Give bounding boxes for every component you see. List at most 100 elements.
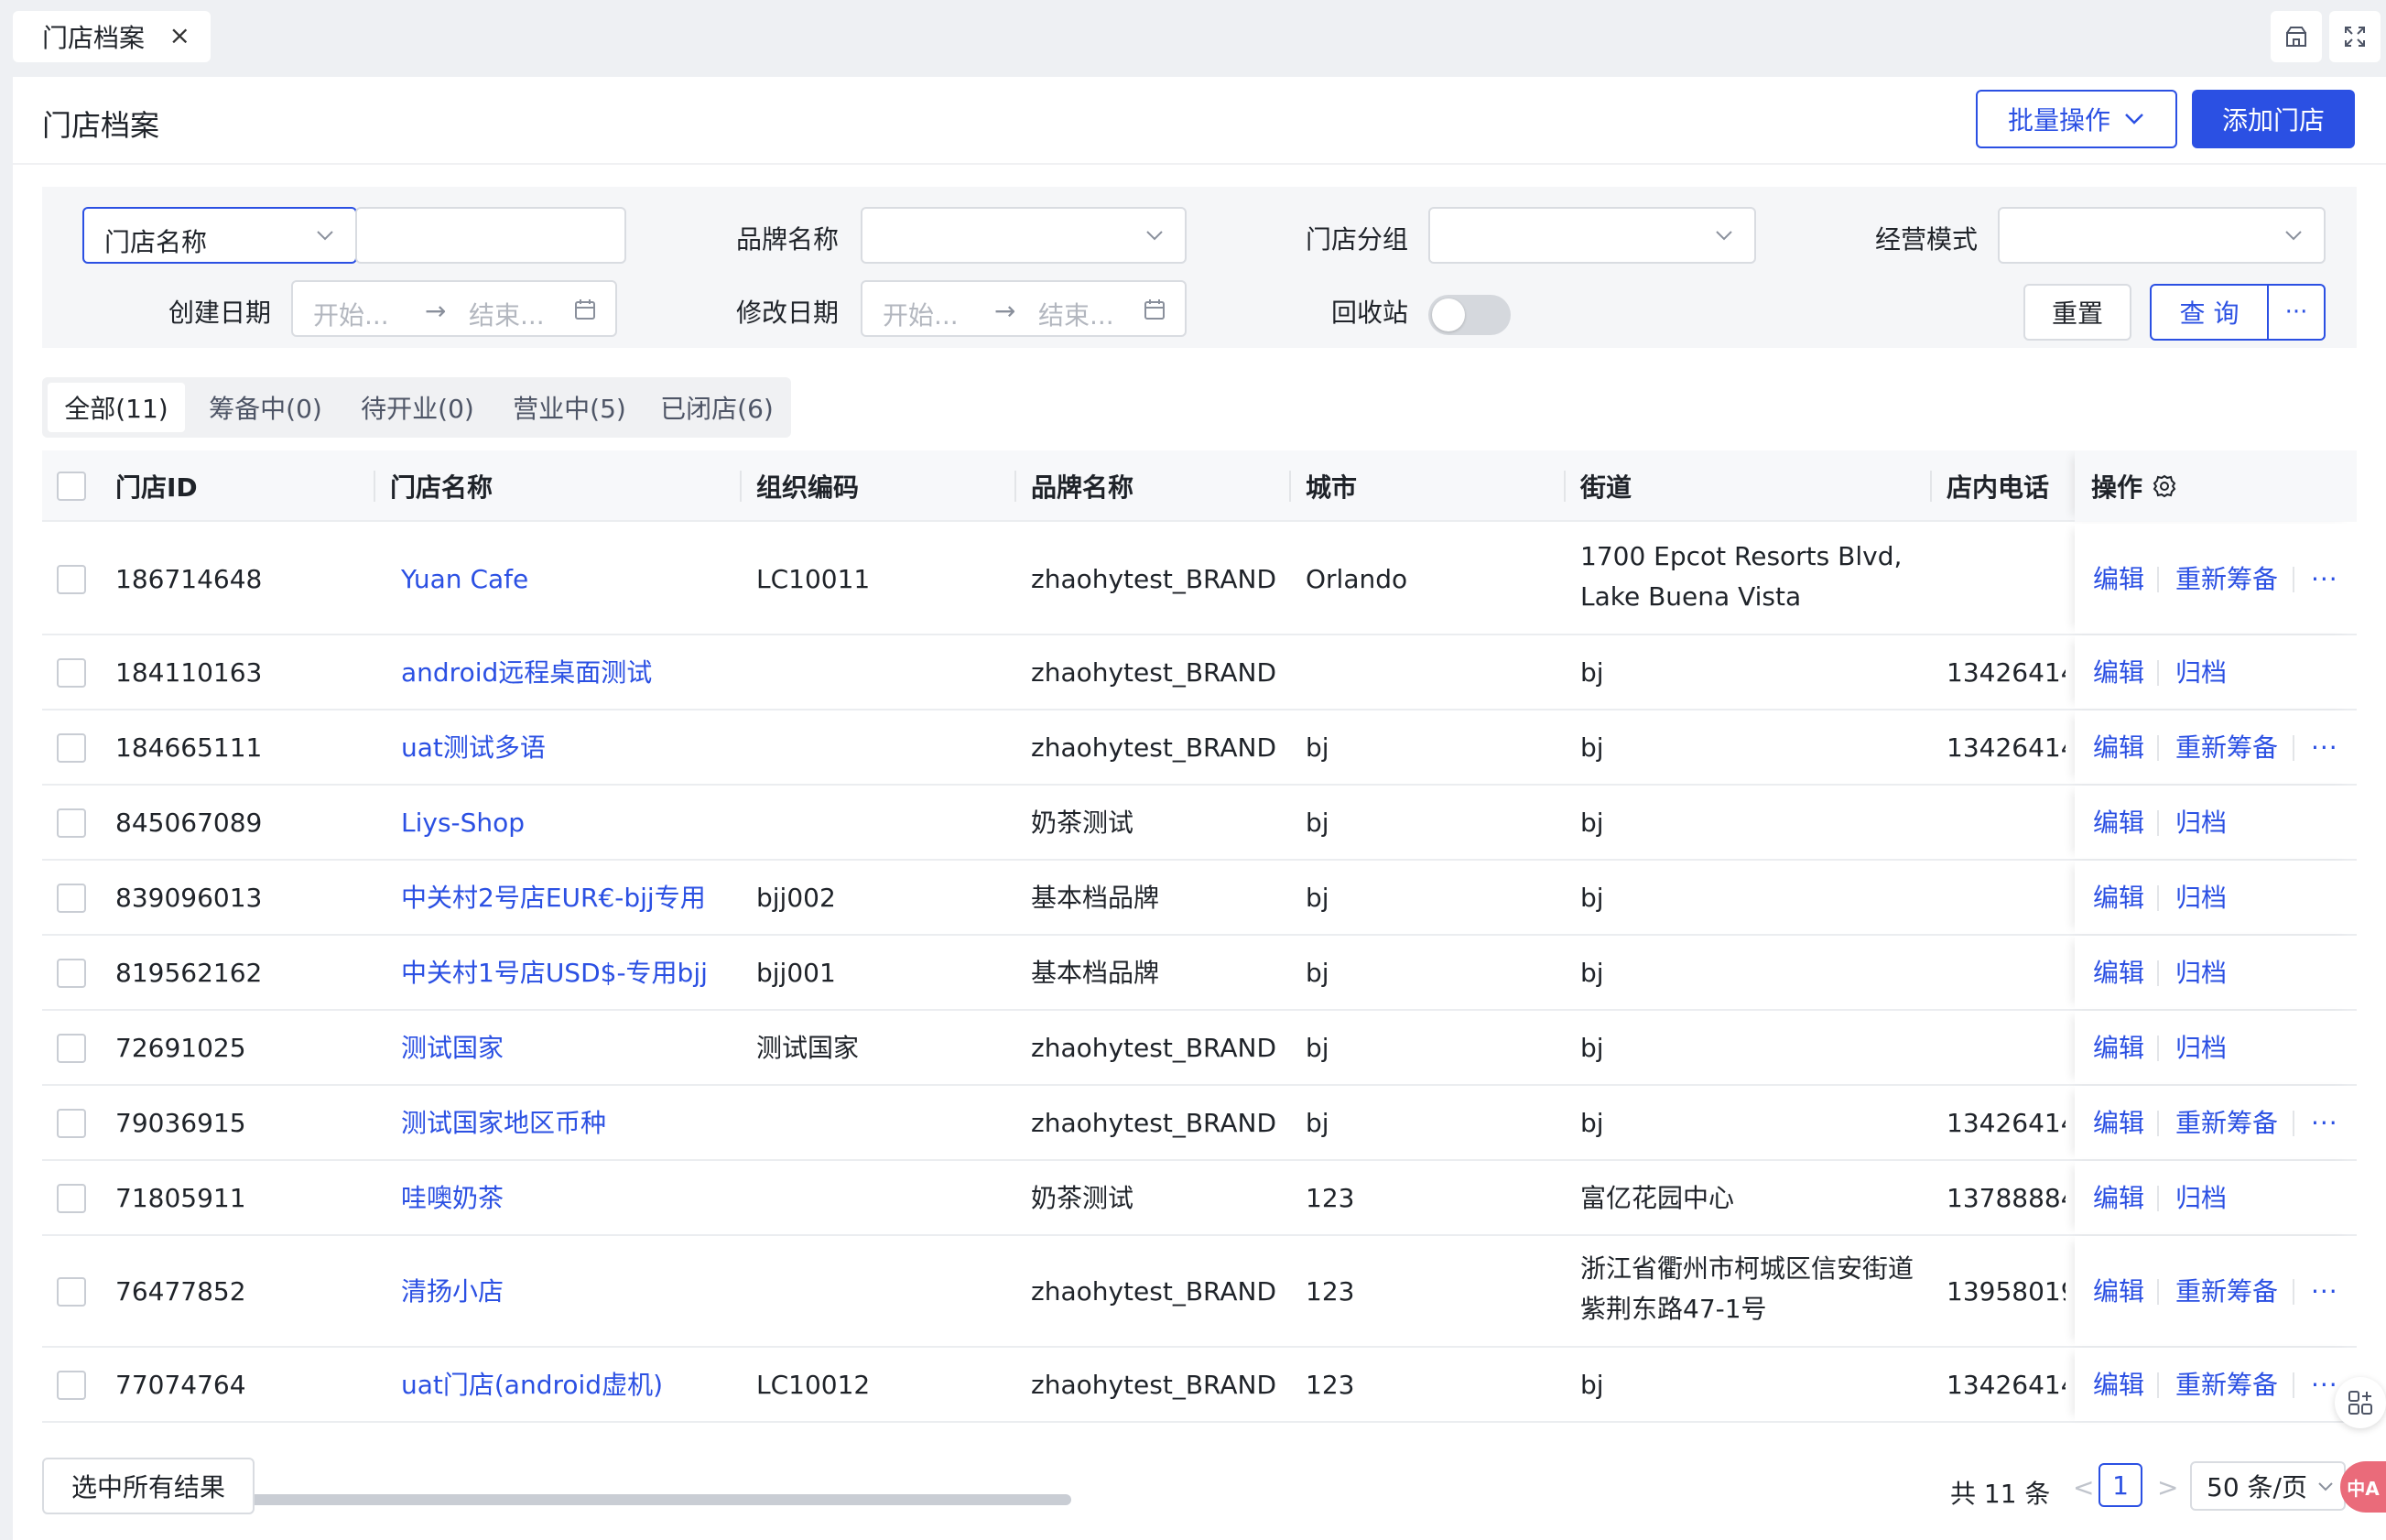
- tab-store-archive[interactable]: 门店档案 ×: [13, 11, 211, 62]
- reprepare-link[interactable]: 重新筹备: [2175, 1272, 2278, 1312]
- more-actions-button[interactable]: ···: [2311, 1272, 2338, 1312]
- translate-float-button[interactable]: 中A: [2340, 1461, 2386, 1513]
- edit-link[interactable]: 编辑: [2093, 559, 2144, 600]
- store-name-link[interactable]: 中关村2号店EUR€-bjj专用: [401, 878, 706, 918]
- edit-link[interactable]: 编辑: [2093, 1365, 2144, 1405]
- more-filters-button[interactable]: ···: [2269, 286, 2324, 339]
- field-type-select[interactable]: 门店名称: [82, 207, 357, 264]
- brand-name: zhaohytest_BRAND: [1031, 1276, 1277, 1307]
- row-checkbox[interactable]: [57, 658, 86, 688]
- store-name-link[interactable]: android远程桌面测试: [401, 653, 652, 693]
- row-checkbox[interactable]: [57, 1371, 86, 1400]
- fullscreen-button[interactable]: [2329, 11, 2381, 62]
- edit-link[interactable]: 编辑: [2093, 878, 2144, 918]
- tab-closed[interactable]: 已闭店(6): [648, 383, 786, 432]
- city: bj: [1306, 808, 1329, 838]
- row-checkbox[interactable]: [57, 565, 86, 594]
- edit-link[interactable]: 编辑: [2093, 953, 2144, 993]
- street: bj: [1580, 883, 1604, 913]
- city: Orlando: [1306, 564, 1408, 594]
- brand-name: zhaohytest_BRAND: [1031, 657, 1277, 688]
- column-divider: [1930, 471, 1932, 502]
- reprepare-link[interactable]: 重新筹备: [2175, 1365, 2278, 1405]
- prev-page-button[interactable]: <: [2073, 1472, 2094, 1502]
- reset-button[interactable]: 重置: [2023, 284, 2131, 341]
- edit-link[interactable]: 编辑: [2093, 1103, 2144, 1144]
- store-name-input[interactable]: [355, 207, 626, 264]
- store-name-link[interactable]: Yuan Cafe: [401, 559, 528, 600]
- page-size-select[interactable]: 50 条/页: [2190, 1461, 2346, 1511]
- store-name-link[interactable]: 哇噢奶茶: [401, 1178, 504, 1219]
- table-row: 71805911 哇噢奶茶 奶茶测试 123 富亿花园中心 13788884 编辑 归档: [42, 1161, 2357, 1236]
- start-date-placeholder: 开始...: [313, 300, 389, 331]
- more-actions-button[interactable]: ···: [2311, 559, 2338, 600]
- store-name-link[interactable]: 测试国家: [401, 1028, 504, 1068]
- row-checkbox[interactable]: [57, 1277, 86, 1307]
- batch-operation-button[interactable]: 批量操作: [1976, 90, 2177, 148]
- edit-link[interactable]: 编辑: [2093, 803, 2144, 843]
- edit-link[interactable]: 编辑: [2093, 653, 2144, 693]
- select-all-checkbox[interactable]: [57, 472, 86, 501]
- apps-float-button[interactable]: [2335, 1377, 2386, 1428]
- more-actions-button[interactable]: ···: [2311, 728, 2338, 768]
- range-arrow: →: [425, 296, 447, 326]
- archive-link[interactable]: 归档: [2175, 878, 2227, 918]
- store-name-link[interactable]: Liys-Shop: [401, 803, 525, 843]
- store-name-link[interactable]: 测试国家地区币种: [401, 1103, 606, 1144]
- archive-link[interactable]: 归档: [2175, 1028, 2227, 1068]
- edit-link[interactable]: 编辑: [2093, 1178, 2144, 1219]
- edit-link[interactable]: 编辑: [2093, 728, 2144, 768]
- row-checkbox[interactable]: [57, 733, 86, 763]
- archive-link[interactable]: 归档: [2175, 653, 2227, 693]
- close-icon[interactable]: ×: [169, 23, 190, 49]
- main-card: 门店档案 批量操作 添加门店 门店名称 品牌名称 门店分组 经营模式 创建日期: [13, 77, 2386, 1540]
- tab-preparing[interactable]: 筹备中(0): [192, 383, 339, 432]
- row-checkbox[interactable]: [57, 1034, 86, 1063]
- row-checkbox[interactable]: [57, 884, 86, 913]
- next-page-button[interactable]: >: [2157, 1472, 2178, 1502]
- action-divider: [2293, 735, 2294, 761]
- query-button[interactable]: 查 询: [2152, 286, 2267, 339]
- store-name-link[interactable]: uat门店(android虚机): [401, 1365, 663, 1405]
- brand-label: 品牌名称: [735, 224, 839, 255]
- reprepare-link[interactable]: 重新筹备: [2175, 559, 2278, 600]
- more-actions-button[interactable]: ···: [2311, 1103, 2338, 1144]
- row-checkbox[interactable]: [57, 1184, 86, 1213]
- edit-link[interactable]: 编辑: [2093, 1028, 2144, 1068]
- store-icon-button[interactable]: [2271, 11, 2322, 62]
- col-store-name: 门店名称: [390, 472, 493, 503]
- row-checkbox[interactable]: [57, 808, 86, 838]
- page-1-button[interactable]: 1: [2099, 1463, 2142, 1507]
- chevron-down-icon: [2318, 1482, 2333, 1491]
- modified-date-range[interactable]: 开始... → 结束...: [861, 280, 1187, 337]
- select-all-results-button[interactable]: 选中所有结果: [42, 1458, 255, 1514]
- tab-pending-open[interactable]: 待开业(0): [344, 383, 491, 432]
- row-checkbox[interactable]: [57, 1109, 86, 1138]
- settings-gear-icon[interactable]: [2152, 473, 2177, 499]
- brand-name: zhaohytest_BRAND: [1031, 732, 1277, 763]
- brand-name: zhaohytest_BRAND: [1031, 1108, 1277, 1138]
- chevron-down-icon: [1716, 231, 1732, 241]
- row-checkbox[interactable]: [57, 959, 86, 988]
- brand-select[interactable]: [861, 207, 1187, 264]
- archive-link[interactable]: 归档: [2175, 1178, 2227, 1219]
- store-group-select[interactable]: [1428, 207, 1756, 264]
- recycle-bin-toggle[interactable]: [1428, 295, 1511, 335]
- add-store-button[interactable]: 添加门店: [2192, 90, 2355, 148]
- tab-operating[interactable]: 营业中(5): [496, 383, 643, 432]
- store-name-link[interactable]: uat测试多语: [401, 728, 546, 768]
- tab-all[interactable]: 全部(11): [48, 383, 185, 432]
- store-name-link[interactable]: 清扬小店: [401, 1272, 504, 1312]
- filter-panel: 门店名称 品牌名称 门店分组 经营模式 创建日期 开始... → 结束... 修…: [42, 187, 2357, 348]
- created-date-range[interactable]: 开始... → 结束...: [291, 280, 617, 337]
- store-phone: 13426414: [1947, 1108, 2066, 1138]
- status-tabs: 全部(11) 筹备中(0) 待开业(0) 营业中(5) 已闭店(6): [42, 377, 791, 438]
- reprepare-link[interactable]: 重新筹备: [2175, 1103, 2278, 1144]
- table-row: 845067089 Liys-Shop 奶茶测试 bj bj 编辑 归档: [42, 786, 2357, 861]
- archive-link[interactable]: 归档: [2175, 953, 2227, 993]
- edit-link[interactable]: 编辑: [2093, 1272, 2144, 1312]
- business-mode-select[interactable]: [1998, 207, 2326, 264]
- store-name-link[interactable]: 中关村1号店USD$-专用bjj: [401, 953, 708, 993]
- reprepare-link[interactable]: 重新筹备: [2175, 728, 2278, 768]
- archive-link[interactable]: 归档: [2175, 803, 2227, 843]
